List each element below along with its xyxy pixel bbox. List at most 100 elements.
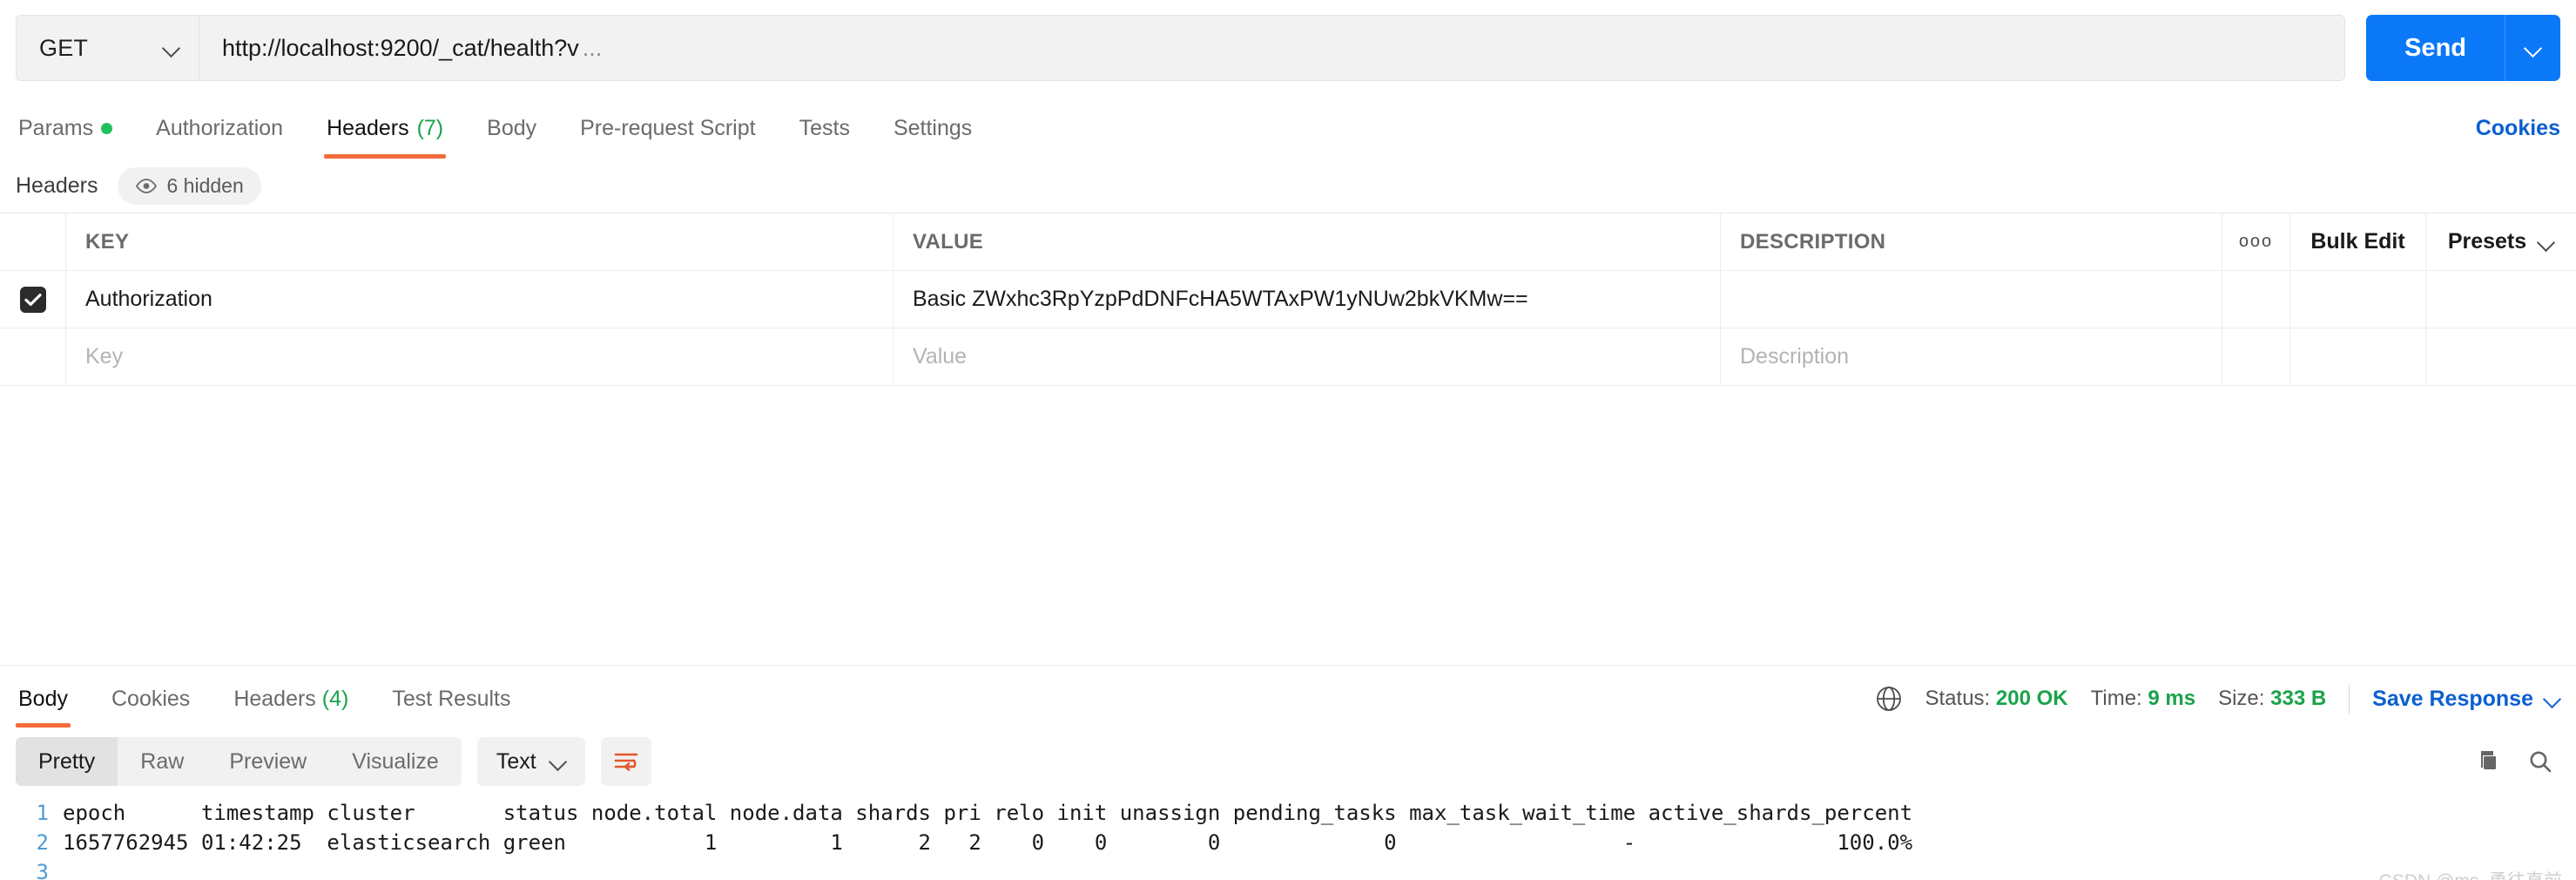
tab-pre-request-script[interactable]: Pre-request Script xyxy=(577,116,758,159)
response-view-mode-group: Pretty Raw Preview Visualize xyxy=(16,737,462,786)
tab-label: Headers xyxy=(327,116,409,140)
row-checkbox-cell xyxy=(0,271,66,328)
tab-label: Params xyxy=(18,116,94,140)
tab-label: Pre-request Script xyxy=(580,116,756,140)
view-mode-pretty[interactable]: Pretty xyxy=(16,737,118,786)
response-tab-label: Cookies xyxy=(111,687,191,711)
row-key-text: Authorization xyxy=(85,287,212,311)
chevron-down-icon xyxy=(164,40,179,56)
divider xyxy=(2349,684,2350,714)
send-button-group: Send xyxy=(2366,15,2560,81)
response-meta: Status: 200 OK Time: 9 ms Size: 333 B Sa… xyxy=(1875,684,2561,728)
row-key-cell[interactable]: Authorization xyxy=(66,271,894,328)
tab-headers[interactable]: Headers (7) xyxy=(324,116,447,159)
new-value-input[interactable]: Value xyxy=(894,328,1721,385)
size-group: Size: 333 B xyxy=(2218,687,2326,711)
response-tab-headers[interactable]: Headers (4) xyxy=(231,687,351,728)
tab-label: Tests xyxy=(799,116,850,140)
row-more-options[interactable] xyxy=(2222,271,2290,328)
response-tab-test-results[interactable]: Test Results xyxy=(389,687,513,728)
hidden-headers-toggle[interactable]: 6 hidden xyxy=(117,166,261,205)
new-description-input[interactable]: Description xyxy=(1721,328,2222,385)
empty-row-spacer-presets xyxy=(2426,328,2576,385)
request-url-bar: GET http://localhost:9200/_cat/health?v … xyxy=(0,0,2576,94)
view-mode-raw[interactable]: Raw xyxy=(118,737,206,786)
response-tab-label: Test Results xyxy=(392,687,511,711)
send-button[interactable]: Send xyxy=(2366,15,2505,81)
table-more-options-button[interactable]: ooo xyxy=(2222,213,2290,270)
code-line: 3 xyxy=(0,860,2576,880)
search-button[interactable] xyxy=(2527,748,2553,775)
column-header-key: KEY xyxy=(66,213,894,270)
new-value-placeholder: Value xyxy=(913,344,968,369)
presets-button[interactable]: Presets xyxy=(2426,213,2576,270)
response-format-select[interactable]: Text xyxy=(476,737,585,786)
copy-icon xyxy=(2481,751,2496,769)
response-tab-count: (4) xyxy=(321,687,349,711)
word-wrap-button[interactable] xyxy=(600,737,651,786)
line-number: 2 xyxy=(36,830,49,855)
empty-row-more-options xyxy=(2222,328,2290,385)
headers-table: KEY VALUE DESCRIPTION ooo Bulk Edit Pres… xyxy=(0,213,2576,386)
tab-label: Authorization xyxy=(156,116,284,140)
header-checkbox-column xyxy=(0,213,66,270)
column-header-description: DESCRIPTION xyxy=(1721,213,2222,270)
line-text: 1657762945 01:42:25 elasticsearch green … xyxy=(63,830,1913,855)
chevron-down-icon xyxy=(2545,691,2560,707)
request-pane-empty-space xyxy=(0,386,2576,665)
table-row: Authorization Basic ZWxhc3RpYzpPdDNFcHA5… xyxy=(0,271,2576,328)
line-number: 1 xyxy=(36,801,49,825)
globe-icon[interactable] xyxy=(1875,685,1903,713)
response-tab-cookies[interactable]: Cookies xyxy=(109,687,192,728)
response-tabs-bar: Body Cookies Headers (4) Test Results St… xyxy=(0,665,2576,728)
chevron-down-icon xyxy=(550,754,566,769)
response-body-viewer[interactable]: 1 epoch timestamp cluster status node.to… xyxy=(0,795,2576,880)
tab-authorization[interactable]: Authorization xyxy=(153,116,286,159)
http-method-select[interactable]: GET xyxy=(17,16,199,80)
row-enabled-checkbox[interactable] xyxy=(19,286,46,313)
time-label: Time: xyxy=(2090,687,2142,710)
check-icon xyxy=(24,293,42,306)
send-options-button[interactable] xyxy=(2505,15,2560,81)
row-description-cell[interactable] xyxy=(1721,271,2222,328)
response-tab-body[interactable]: Body xyxy=(16,687,71,728)
url-combo: GET http://localhost:9200/_cat/health?v … xyxy=(16,15,2346,81)
tab-params[interactable]: Params xyxy=(16,116,115,159)
response-format-label: Text xyxy=(496,748,536,774)
new-key-placeholder: Key xyxy=(85,344,124,369)
empty-row-spacer-bulk xyxy=(2290,328,2426,385)
row-spacer-presets xyxy=(2426,271,2576,328)
empty-row-checkbox-cell xyxy=(0,328,66,385)
code-line: 2 1657762945 01:42:25 elasticsearch gree… xyxy=(0,830,2576,860)
size-value: 333 B xyxy=(2270,687,2327,710)
modified-dot-icon xyxy=(101,123,113,134)
copy-button[interactable] xyxy=(2475,748,2501,775)
eye-icon xyxy=(135,178,157,193)
tab-settings[interactable]: Settings xyxy=(891,116,974,159)
line-text: epoch timestamp cluster status node.tota… xyxy=(63,801,1913,825)
new-key-input[interactable]: Key xyxy=(66,328,894,385)
tab-label: Settings xyxy=(893,116,973,140)
request-url-input[interactable]: http://localhost:9200/_cat/health?v ... xyxy=(199,16,2345,80)
table-row-empty: Key Value Description xyxy=(0,328,2576,386)
row-value-cell[interactable]: Basic ZWxhc3RpYzpPdDNFcHA5WTAxPW1yNUw2bk… xyxy=(894,271,1721,328)
request-tabs: Params Authorization Headers (7) Body Pr… xyxy=(0,94,2576,159)
view-mode-preview[interactable]: Preview xyxy=(206,737,329,786)
column-header-value: VALUE xyxy=(894,213,1721,270)
save-response-button[interactable]: Save Response xyxy=(2372,687,2560,712)
request-url-text: http://localhost:9200/_cat/health?v xyxy=(222,34,579,61)
cookies-link[interactable]: Cookies xyxy=(2476,116,2560,159)
url-truncation-ellipsis: ... xyxy=(582,34,603,61)
view-mode-visualize[interactable]: Visualize xyxy=(329,737,462,786)
response-view-toolbar: Pretty Raw Preview Visualize Text xyxy=(0,728,2576,795)
chevron-down-icon xyxy=(2539,234,2554,250)
tab-count: (7) xyxy=(416,116,444,140)
hidden-headers-label: 6 hidden xyxy=(166,173,244,197)
response-tab-label: Body xyxy=(18,687,68,711)
tab-label: Body xyxy=(487,116,537,140)
presets-label: Presets xyxy=(2447,229,2527,254)
status-group: Status: 200 OK xyxy=(1925,687,2068,711)
tab-tests[interactable]: Tests xyxy=(797,116,853,159)
tab-body[interactable]: Body xyxy=(484,116,539,159)
bulk-edit-button[interactable]: Bulk Edit xyxy=(2290,213,2426,270)
